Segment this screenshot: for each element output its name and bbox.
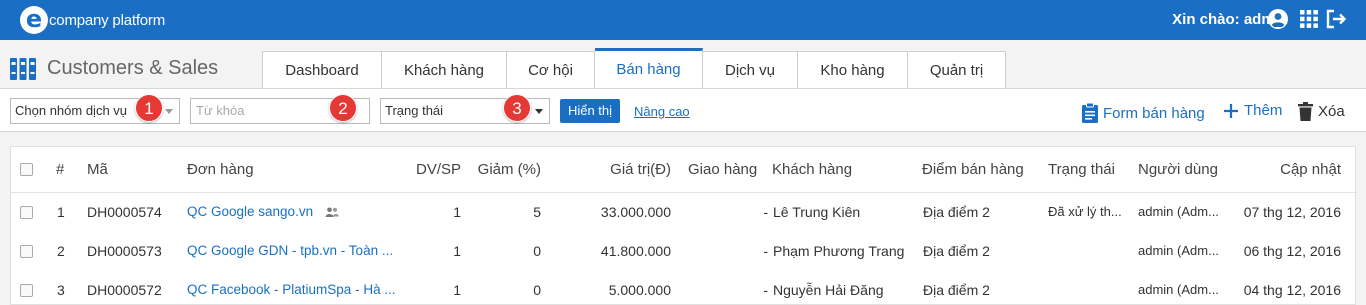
row-value: 41.800.000: [600, 243, 671, 259]
add-label: Thêm: [1244, 102, 1283, 119]
tab-inventory[interactable]: Kho hàng: [798, 51, 908, 89]
table-header-row: # Mã Đơn hàng DV/SP Giảm (%) Giá trị(Đ) …: [11, 147, 1357, 193]
row-index: 2: [57, 243, 65, 259]
row-index: 3: [57, 282, 65, 298]
clipboard-icon: [1082, 102, 1098, 123]
annotation-badge-2: 2: [329, 94, 357, 122]
plus-icon: [1224, 103, 1238, 118]
status-value: Trạng thái: [385, 103, 444, 118]
row-checkbox[interactable]: [20, 284, 33, 297]
header-code[interactable]: Mã: [87, 161, 108, 178]
row-index: 1: [57, 204, 65, 220]
header-discount[interactable]: Giảm (%): [466, 161, 541, 178]
header-status[interactable]: Trạng thái: [1048, 161, 1115, 178]
annotation-badge-1: 1: [135, 94, 163, 122]
logout-icon[interactable]: [1325, 8, 1347, 30]
row-discount: 5: [533, 204, 541, 220]
service-group-value: Chọn nhóm dịch vụ: [15, 103, 128, 118]
header-point-of-sale[interactable]: Điểm bán hàng: [922, 161, 1024, 178]
header-customer[interactable]: Khách hàng: [772, 161, 852, 178]
sales-form-button[interactable]: Form bán hàng: [1081, 102, 1205, 124]
main-tabs: Dashboard Khách hàng Cơ hội Bán hàng Dịc…: [262, 48, 1006, 89]
advanced-search-link[interactable]: Nâng cao: [634, 104, 690, 119]
binders-icon: [10, 58, 36, 80]
row-point-of-sale: Địa điểm 2: [923, 282, 990, 298]
logo-text: company platform: [49, 11, 166, 29]
row-user: admin (Adm...: [1138, 204, 1219, 219]
tab-customers[interactable]: Khách hàng: [382, 51, 507, 89]
tab-opportunities[interactable]: Cơ hội: [507, 51, 595, 89]
row-user: admin (Adm...: [1138, 282, 1219, 297]
tab-admin[interactable]: Quản trị: [908, 51, 1006, 89]
logo-mark: e: [20, 6, 48, 34]
row-discount: 0: [533, 282, 541, 298]
row-order-link[interactable]: QC Facebook - PlatiumSpa - Hà ...: [187, 282, 396, 297]
show-button[interactable]: Hiển thị: [560, 99, 620, 123]
header-user[interactable]: Người dùng: [1138, 161, 1218, 178]
row-point-of-sale: Địa điểm 2: [923, 204, 990, 220]
header-items[interactable]: DV/SP: [391, 161, 461, 178]
sales-form-label: Form bán hàng: [1103, 104, 1205, 122]
user-icon[interactable]: [1268, 9, 1288, 29]
row-checkbox[interactable]: [20, 245, 33, 258]
row-customer: Phạm Phương Trang: [773, 243, 905, 259]
row-items: 1: [453, 204, 461, 220]
row-items: 1: [453, 282, 461, 298]
row-delivery: -: [763, 243, 768, 259]
row-discount: 0: [533, 243, 541, 259]
row-delivery: -: [763, 282, 768, 298]
row-order-link[interactable]: QC Google GDN - tpb.vn - Toàn ...: [187, 243, 393, 258]
filter-bar: Chọn nhóm dịch vụ Từ khóa Trạng thái 1 2…: [0, 88, 1366, 132]
annotation-badge-3: 3: [503, 94, 531, 122]
row-updated: 04 thg 12, 2016: [1243, 282, 1341, 298]
table-row[interactable]: 1 DH0000574 QC Google sango.vn 1 5 33.00…: [11, 194, 1357, 232]
select-all-checkbox[interactable]: [20, 163, 33, 176]
row-updated: 07 thg 12, 2016: [1243, 204, 1341, 220]
table-row[interactable]: 3 DH0000572 QC Facebook - PlatiumSpa - H…: [11, 272, 1357, 305]
row-code: DH0000574: [87, 204, 162, 220]
trash-icon: [1298, 102, 1313, 121]
tab-sales[interactable]: Bán hàng: [595, 48, 703, 88]
row-value: 33.000.000: [600, 204, 671, 220]
row-point-of-sale: Địa điểm 2: [923, 243, 990, 259]
chevron-down-icon: [535, 109, 543, 114]
row-customer: Lê Trung Kiên: [773, 204, 861, 220]
orders-table: # Mã Đơn hàng DV/SP Giảm (%) Giá trị(Đ) …: [10, 146, 1357, 305]
header-order[interactable]: Đơn hàng: [187, 161, 254, 178]
row-delivery: -: [763, 204, 768, 220]
row-order-link[interactable]: QC Google sango.vn: [187, 204, 339, 219]
delete-button[interactable]: Xóa: [1298, 102, 1345, 121]
row-code: DH0000573: [87, 243, 162, 259]
chevron-down-icon: [165, 109, 173, 114]
row-order-text: QC Google sango.vn: [187, 204, 314, 219]
row-code: DH0000572: [87, 282, 162, 298]
apps-grid-icon[interactable]: [1300, 10, 1318, 28]
row-status: Đã xử lý th...: [1048, 204, 1122, 219]
header-delivery[interactable]: Giao hàng: [688, 161, 757, 178]
add-button[interactable]: Thêm: [1223, 102, 1282, 119]
header-index: #: [56, 161, 65, 178]
row-value: 5.000.000: [608, 282, 671, 298]
row-customer: Nguyễn Hải Đăng: [773, 282, 884, 298]
tab-dashboard[interactable]: Dashboard: [262, 51, 382, 89]
tab-services[interactable]: Dịch vụ: [703, 51, 798, 89]
top-bar: e company platform Xin chào: admin: [0, 0, 1366, 40]
header-value[interactable]: Giá trị(Đ): [571, 161, 671, 178]
module-title: Customers & Sales: [47, 57, 219, 79]
table-row[interactable]: 2 DH0000573 QC Google GDN - tpb.vn - Toà…: [11, 233, 1357, 271]
row-items: 1: [453, 243, 461, 259]
row-user: admin (Adm...: [1138, 243, 1219, 258]
group-icon: [325, 207, 339, 218]
row-checkbox[interactable]: [20, 206, 33, 219]
row-updated: 06 thg 12, 2016: [1243, 243, 1341, 259]
header-updated[interactable]: Cập nhật: [1241, 161, 1341, 178]
delete-label: Xóa: [1318, 103, 1345, 120]
company-logo[interactable]: e company platform: [20, 4, 165, 36]
